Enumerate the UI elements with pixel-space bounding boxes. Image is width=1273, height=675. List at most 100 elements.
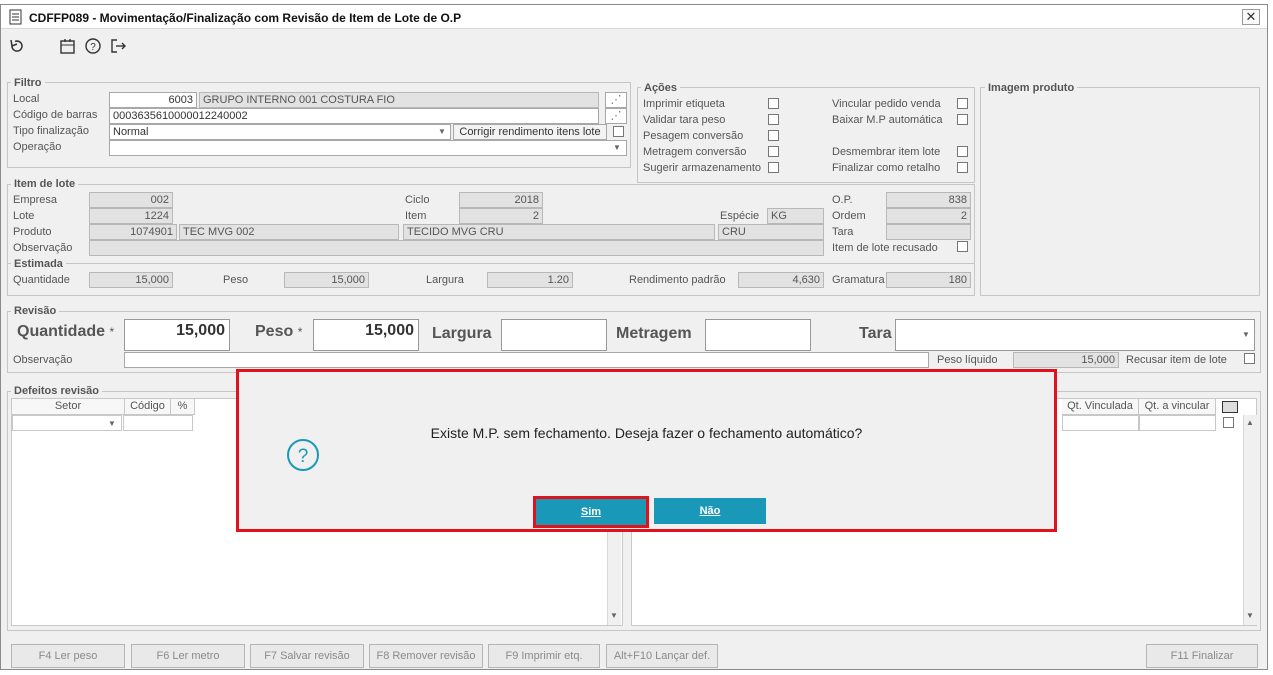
especie-label: Espécie bbox=[720, 210, 760, 222]
revisao-tara-select[interactable] bbox=[895, 319, 1255, 351]
op-label: O.P. bbox=[832, 194, 853, 206]
column-header-percent[interactable]: % bbox=[171, 399, 195, 415]
revisao-tara-label: Tara bbox=[859, 325, 892, 342]
refresh-icon[interactable] bbox=[8, 37, 26, 55]
chevron-down-icon[interactable]: ▼ bbox=[610, 141, 624, 155]
codigo-cell[interactable] bbox=[123, 415, 193, 431]
barcode-lookup-button[interactable]: ⋰ bbox=[605, 108, 627, 124]
barcode-label: Código de barras bbox=[13, 109, 98, 121]
vincular-pedido-label: Vincular pedido venda bbox=[832, 98, 941, 110]
ciclo-label: Ciclo bbox=[405, 194, 430, 206]
recusar-item-checkbox[interactable] bbox=[1244, 353, 1255, 364]
empresa-field: 002 bbox=[89, 192, 173, 208]
column-header-qt-vinculada[interactable]: Qt. Vinculada bbox=[1062, 399, 1139, 415]
estimada-peso-label: Peso bbox=[223, 274, 249, 286]
finalizar-retalho-checkbox[interactable] bbox=[957, 162, 968, 173]
metragem-conversao-checkbox[interactable] bbox=[768, 146, 779, 157]
local-code-field[interactable]: 6003 bbox=[109, 92, 197, 108]
dialog-message: Existe M.P. sem fechamento. Deseja fazer… bbox=[430, 425, 863, 441]
f7-salvar-revisao-button[interactable]: F7 Salvar revisão bbox=[250, 644, 364, 668]
produto-name-field: TEC MVG 002 bbox=[179, 224, 399, 240]
calendar-icon[interactable] bbox=[59, 37, 77, 55]
scroll-down-icon[interactable]: ▼ bbox=[1243, 609, 1257, 623]
produto-desc-field: TECIDO MVG CRU bbox=[403, 224, 715, 240]
revisao-peso-field[interactable]: 15,000 bbox=[313, 319, 419, 351]
tipo-finalizacao-label: Tipo finalização bbox=[13, 125, 90, 137]
peso-liquido-label: Peso líquido bbox=[937, 354, 998, 366]
item-recusado-checkbox[interactable] bbox=[957, 241, 968, 252]
select-all-icon[interactable] bbox=[1222, 401, 1238, 413]
recusar-item-label: Recusar item de lote bbox=[1126, 354, 1227, 366]
svg-text:?: ? bbox=[298, 446, 309, 467]
column-header-setor[interactable]: Setor bbox=[12, 399, 125, 415]
ciclo-field: 2018 bbox=[459, 192, 543, 208]
validar-tara-peso-checkbox[interactable] bbox=[768, 114, 779, 125]
revisao-title: Revisão bbox=[11, 305, 60, 317]
estimada-peso-field: 15,000 bbox=[284, 272, 369, 288]
vincular-pedido-checkbox[interactable] bbox=[957, 98, 968, 109]
operacao-select[interactable] bbox=[109, 140, 627, 156]
right-scrollbar[interactable] bbox=[1243, 415, 1257, 625]
ordem-label: Ordem bbox=[832, 210, 866, 222]
row-select-checkbox[interactable] bbox=[1223, 417, 1234, 428]
estimada-title: Estimada bbox=[11, 258, 66, 270]
lote-label: Lote bbox=[13, 210, 35, 222]
pesagem-conversao-label: Pesagem conversão bbox=[643, 130, 744, 142]
corrigir-rendimento-checkbox[interactable] bbox=[613, 126, 624, 137]
scroll-up-icon[interactable]: ▲ bbox=[1243, 416, 1257, 430]
chevron-down-icon[interactable]: ▼ bbox=[105, 417, 119, 431]
local-label: Local bbox=[13, 93, 40, 105]
tara-field bbox=[886, 224, 971, 240]
revisao-quantidade-label: Quantidade * bbox=[17, 323, 115, 340]
sugerir-armazenamento-label: Sugerir armazenamento bbox=[643, 162, 762, 174]
help-icon[interactable]: ? bbox=[84, 37, 102, 55]
exit-icon[interactable] bbox=[109, 37, 127, 55]
f9-imprimir-etq-button[interactable]: F9 Imprimir etq. bbox=[488, 644, 600, 668]
local-lookup-button[interactable]: ⋰ bbox=[605, 92, 627, 108]
document-icon bbox=[9, 9, 22, 25]
chevron-down-icon[interactable]: ▼ bbox=[435, 125, 449, 139]
alt-f10-lancar-def-button[interactable]: Alt+F10 Lançar def. bbox=[606, 644, 718, 668]
lote-field: 1224 bbox=[89, 208, 173, 224]
no-button[interactable]: Não bbox=[654, 498, 766, 524]
defeitos-title: Defeitos revisão bbox=[11, 385, 102, 397]
imprimir-etiqueta-checkbox[interactable] bbox=[768, 98, 779, 109]
baixar-mp-checkbox[interactable] bbox=[957, 114, 968, 125]
column-header-codigo[interactable]: Código bbox=[125, 399, 171, 415]
tipo-finalizacao-value: Normal bbox=[113, 126, 149, 138]
qt-a-vincular-cell[interactable] bbox=[1139, 415, 1216, 431]
sugerir-armazenamento-checkbox[interactable] bbox=[768, 162, 779, 173]
revisao-largura-field[interactable] bbox=[501, 319, 607, 351]
close-button[interactable]: ✕ bbox=[1242, 9, 1260, 25]
estimada-largura-field: 1.20 bbox=[487, 272, 573, 288]
imagem-produto-group bbox=[980, 87, 1260, 296]
pesagem-conversao-checkbox[interactable] bbox=[768, 130, 779, 141]
barcode-field[interactable]: 00036356100000122400​02 bbox=[109, 108, 599, 124]
desmembrar-checkbox[interactable] bbox=[957, 146, 968, 157]
svg-text:?: ? bbox=[90, 42, 96, 53]
revisao-metragem-field[interactable] bbox=[705, 319, 811, 351]
acoes-title: Ações bbox=[641, 82, 681, 94]
f8-remover-revisao-button[interactable]: F8 Remover revisão bbox=[369, 644, 483, 668]
column-header-qt-a-vincular[interactable]: Qt. a vincular bbox=[1139, 399, 1216, 415]
qt-vinculada-cell[interactable] bbox=[1062, 415, 1139, 431]
observacao-field bbox=[89, 240, 824, 256]
baixar-mp-label: Baixar M.P automática bbox=[832, 114, 943, 126]
f11-finalizar-button[interactable]: F11 Finalizar bbox=[1146, 644, 1258, 668]
gramatura-field: 180 bbox=[886, 272, 971, 288]
question-icon: ? bbox=[287, 439, 319, 471]
item-field: 2 bbox=[459, 208, 543, 224]
local-name-field: GRUPO INTERNO 001 COSTURA FIO bbox=[199, 92, 599, 108]
item-recusado-label: Item de lote recusado bbox=[832, 242, 938, 254]
scroll-down-icon[interactable]: ▼ bbox=[607, 609, 621, 623]
revisao-quantidade-field[interactable]: 15,000 bbox=[124, 319, 230, 351]
yes-button[interactable]: Sim bbox=[536, 499, 646, 525]
f6-ler-metro-button[interactable]: F6 Ler metro bbox=[131, 644, 245, 668]
produto-code-field: 1074901 bbox=[89, 224, 177, 240]
f4-ler-peso-button[interactable]: F4 Ler peso bbox=[11, 644, 125, 668]
revisao-observacao-field[interactable] bbox=[124, 352, 929, 368]
tipo-finalizacao-select[interactable]: Normal bbox=[109, 124, 451, 140]
revisao-peso-label: Peso * bbox=[255, 323, 303, 340]
chevron-down-icon[interactable]: ▼ bbox=[1239, 328, 1253, 342]
tara-label: Tara bbox=[832, 226, 854, 238]
